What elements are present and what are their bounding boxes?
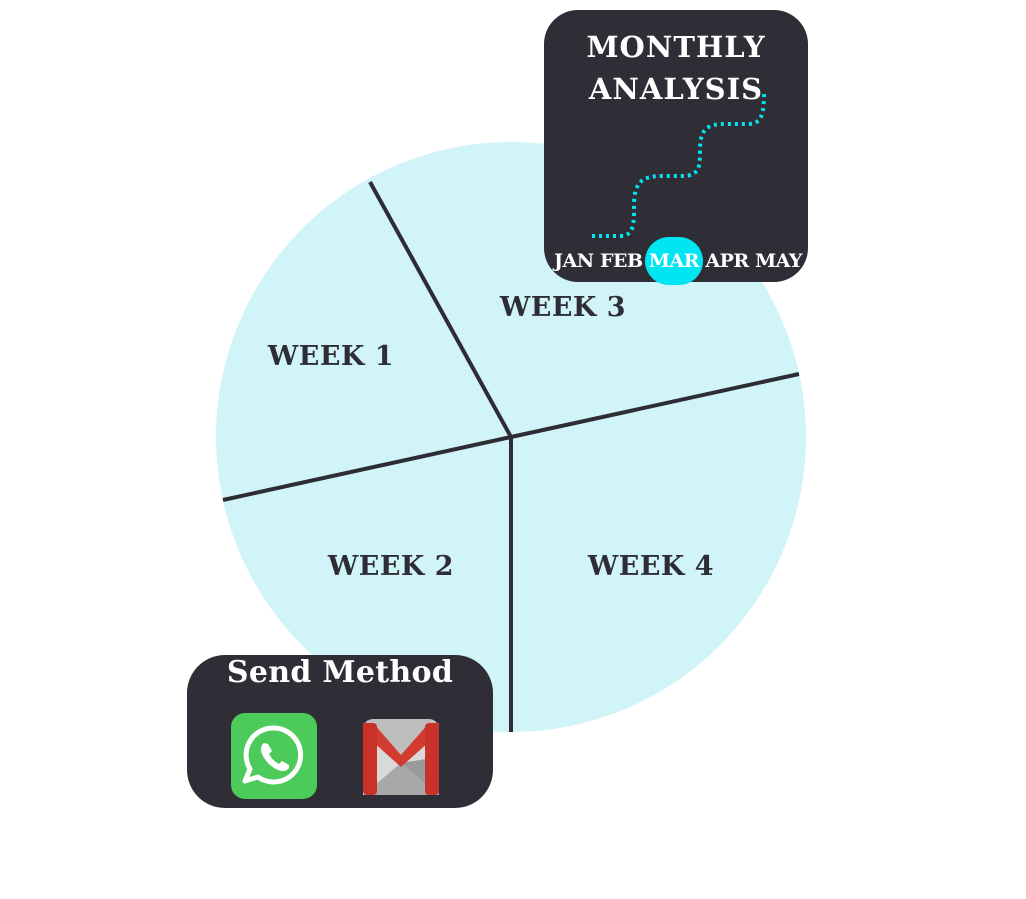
whatsapp-icon[interactable] [231,713,317,799]
week-4-label: WEEK 4 [587,551,714,582]
month-feb: FEB [600,250,643,272]
send-method-card: Send Method [187,655,493,808]
week-2-label: WEEK 2 [327,551,454,582]
send-method-title: Send Method [226,655,454,690]
month-axis: JAN FEB MAR APR MAY [554,239,802,283]
month-may: MAY [755,250,802,272]
week-3-label: WEEK 3 [499,292,626,323]
month-jan: JAN [554,250,594,272]
month-apr: APR [705,250,749,272]
week-1-label: WEEK 1 [267,341,394,372]
month-mar-selected[interactable]: MAR [649,250,700,272]
trend-dotted-line [592,89,766,238]
gmail-icon[interactable] [361,717,441,797]
weeks-pie-diagram: WEEK 1 WEEK 2 WEEK 3 WEEK 4 [216,142,806,732]
monthly-analysis-card: MONTHLY ANALYSIS JAN FEB MAR APR MAY [544,10,808,282]
